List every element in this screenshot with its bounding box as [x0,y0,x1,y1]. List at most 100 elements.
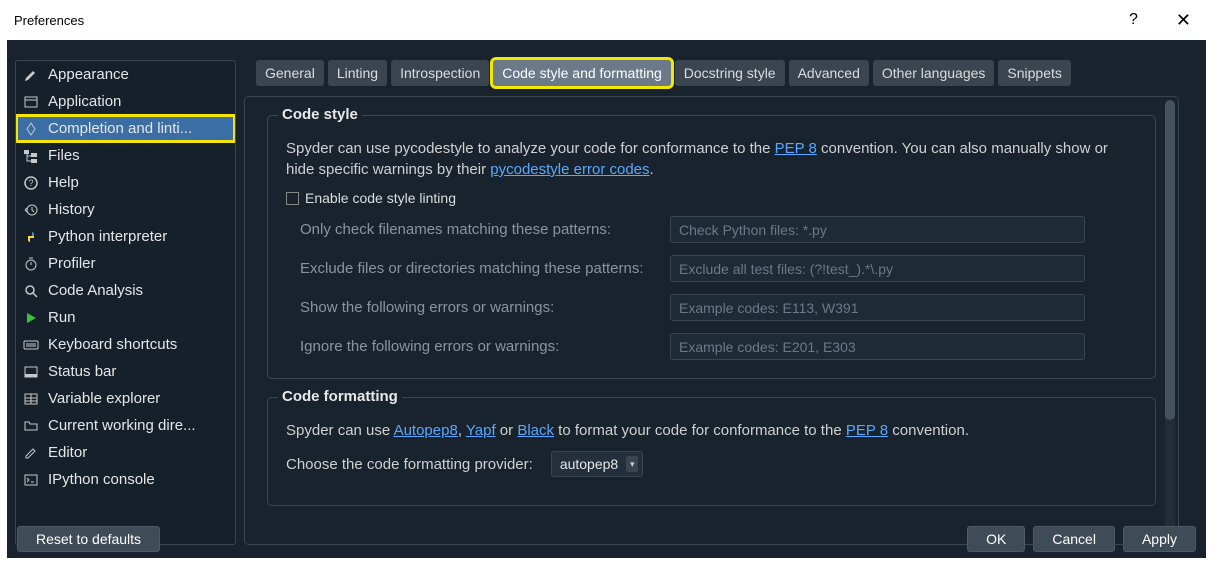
sidebar-item-completion-and-linti[interactable]: Completion and linti... [16,115,235,142]
black-link[interactable]: Black [517,422,554,439]
sidebar-item-python-interpreter[interactable]: Python interpreter [16,223,235,250]
code-style-group: Code style Spyder can use pycodestyle to… [267,115,1156,379]
sidebar-item-label: Current working dire... [48,417,229,434]
history-icon [22,201,40,219]
tab-advanced[interactable]: Advanced [789,60,869,86]
formatter-select[interactable]: autopep8 ▾ [551,451,643,477]
sidebar-item-status-bar[interactable]: Status bar [16,358,235,385]
scrollbar[interactable] [1165,100,1175,542]
autopep8-link[interactable]: Autopep8 [394,422,458,439]
tab-content: Code style Spyder can use pycodestyle to… [244,96,1179,545]
sidebar-item-files[interactable]: Files [16,142,235,169]
tab-introspection[interactable]: Introspection [391,60,489,86]
terminal-icon [22,471,40,489]
python-icon [22,228,40,246]
ignore-errors-input[interactable] [670,333,1085,360]
text: Spyder can use [286,422,394,439]
text: convention. [888,422,969,439]
sidebar-item-variable-explorer[interactable]: Variable explorer [16,385,235,412]
table-icon [22,390,40,408]
main-panel: GeneralLintingIntrospectionCode style an… [244,60,1199,545]
sidebar-item-help[interactable]: ? Help [16,169,235,196]
text: or [496,422,518,439]
titlebar: Preferences ? ✕ [0,0,1213,40]
enable-linting-checkbox[interactable]: Enable code style linting [286,190,1137,206]
code-formatting-group: Code formatting Spyder can use Autopep8,… [267,397,1156,506]
exclude-files-input[interactable] [670,255,1085,282]
tabs: GeneralLintingIntrospectionCode style an… [256,60,1199,86]
sidebar-item-code-analysis[interactable]: Code Analysis [16,277,235,304]
stopwatch-icon [22,255,40,273]
field-label: Show the following errors or warnings: [300,299,670,316]
help-icon: ? [22,174,40,192]
sidebar-item-label: Status bar [48,363,229,380]
sidebar-item-history[interactable]: History [16,196,235,223]
sidebar-item-application[interactable]: Application [16,88,235,115]
formatter-label: Choose the code formatting provider: [286,456,533,473]
tab-snippets[interactable]: Snippets [998,60,1070,86]
apply-button[interactable]: Apply [1123,526,1196,552]
chevron-down-icon: ▾ [626,456,638,472]
magnify-icon [22,282,40,300]
window-title: Preferences [14,13,84,28]
field-label: Only check filenames matching these patt… [300,221,670,238]
brush-icon [22,66,40,84]
play-icon [22,309,40,327]
sidebar-item-label: Help [48,174,229,191]
close-icon[interactable]: ✕ [1168,6,1199,35]
sidebar-item-ipython-console[interactable]: IPython console [16,466,235,493]
text: . [650,161,654,178]
sidebar-item-keyboard-shortcuts[interactable]: Keyboard shortcuts [16,331,235,358]
sidebar-item-label: Files [48,147,229,164]
check-filenames-input[interactable] [670,216,1085,243]
ok-button[interactable]: OK [967,526,1025,552]
field-label: Exclude files or directories matching th… [300,260,670,277]
pycodestyle-codes-link[interactable]: pycodestyle error codes [490,161,649,178]
sidebar-item-label: Run [48,309,229,326]
tab-other-languages[interactable]: Other languages [873,60,995,86]
yapf-link[interactable]: Yapf [466,422,496,439]
sidebar-item-label: Variable explorer [48,390,229,407]
sidebar-item-profiler[interactable]: Profiler [16,250,235,277]
keyboard-icon [22,336,40,354]
text: to format your code for conformance to t… [554,422,846,439]
sidebar-item-label: Appearance [48,66,229,83]
statusbar-icon [22,363,40,381]
folder-icon [22,417,40,435]
code-style-legend: Code style [278,106,362,123]
tab-docstring-style[interactable]: Docstring style [675,60,785,86]
tab-general[interactable]: General [256,60,324,86]
text: Spyder can use pycodestyle to analyze yo… [286,140,775,157]
pep8-link[interactable]: PEP 8 [775,140,817,157]
window-icon [22,93,40,111]
cancel-button[interactable]: Cancel [1033,526,1115,552]
sidebar-item-editor[interactable]: Editor [16,439,235,466]
tab-linting[interactable]: Linting [328,60,387,86]
sidebar-item-label: Profiler [48,255,229,272]
code-style-description: Spyder can use pycodestyle to analyze yo… [286,138,1137,180]
sidebar-item-label: IPython console [48,471,229,488]
pep8-link[interactable]: PEP 8 [846,422,888,439]
sidebar-item-appearance[interactable]: Appearance [16,61,235,88]
reset-defaults-button[interactable]: Reset to defaults [17,526,160,552]
sidebar-item-label: Application [48,93,229,110]
tab-code-style-and-formatting[interactable]: Code style and formatting [493,60,671,86]
field-label: Ignore the following errors or warnings: [300,338,670,355]
code-formatting-legend: Code formatting [278,388,402,405]
sidebar-item-label: Python interpreter [48,228,229,245]
sidebar: Appearance Application Completion and lint… [15,60,236,545]
select-value: autopep8 [560,456,618,472]
sidebar-item-run[interactable]: Run [16,304,235,331]
scrollbar-thumb[interactable] [1165,100,1175,420]
diamond-icon [22,120,40,138]
sidebar-item-current-working-dire[interactable]: Current working dire... [16,412,235,439]
show-errors-input[interactable] [670,294,1085,321]
code-style-fields: Only check filenames matching these patt… [300,216,1137,360]
footer: Reset to defaults OK Cancel Apply [7,520,1206,558]
formatter-row: Choose the code formatting provider: aut… [286,451,1137,477]
sidebar-item-label: Editor [48,444,229,461]
sidebar-item-label: Keyboard shortcuts [48,336,229,353]
help-icon[interactable]: ? [1129,11,1138,29]
sidebar-item-label: Completion and linti... [48,120,229,137]
checkbox-label: Enable code style linting [305,190,456,206]
